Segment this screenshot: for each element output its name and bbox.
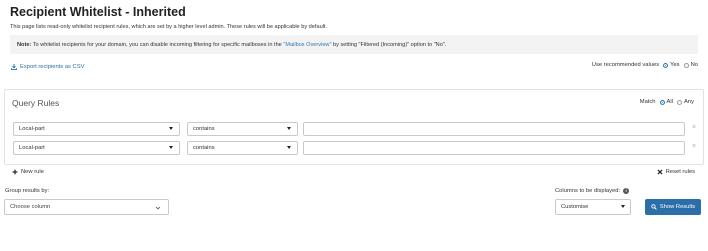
plus-icon xyxy=(12,169,18,175)
note-text: Note: To whitelist recipients for your d… xyxy=(17,42,446,48)
chevron-down-icon xyxy=(155,206,161,210)
rule-value-input[interactable] xyxy=(303,141,685,155)
group-results-value: Choose column xyxy=(10,204,51,210)
download-icon xyxy=(11,64,17,70)
rule-operator-value: contains xyxy=(193,145,215,151)
rule-field-value: Local-part xyxy=(19,126,45,132)
match-any-label: Any xyxy=(684,99,694,105)
recommended-yes-label: Yes xyxy=(670,62,680,68)
show-results-label: Show Results xyxy=(659,204,696,210)
rule-field-value: Local-part xyxy=(19,145,45,151)
note-label: Note: xyxy=(17,42,32,48)
caret-down-icon xyxy=(621,205,625,208)
columns-select[interactable]: Customise xyxy=(555,199,631,215)
caret-down-icon xyxy=(169,146,173,149)
new-rule-button[interactable]: New rule xyxy=(12,169,44,175)
radio-selected-icon xyxy=(659,99,665,105)
rule-field-select[interactable]: Local-part xyxy=(13,122,180,136)
match-label: Match xyxy=(639,99,656,105)
rule-value-input[interactable] xyxy=(303,122,685,136)
match-any-radio[interactable]: Any xyxy=(677,99,694,105)
caret-down-icon xyxy=(169,127,173,130)
rule-row: Local-part contains × xyxy=(13,122,696,136)
rule-operator-select[interactable]: contains xyxy=(187,122,298,136)
match-all-radio[interactable]: All xyxy=(659,99,673,105)
rule-row: Local-part contains × xyxy=(13,141,696,155)
radio-selected-icon xyxy=(663,62,669,68)
caret-down-icon xyxy=(287,127,291,130)
columns-display-label: Columns to be displayed: xyxy=(555,188,621,194)
remove-rule-icon[interactable]: × xyxy=(692,143,696,150)
new-rule-label: New rule xyxy=(21,169,44,175)
recommended-no-label: No xyxy=(690,62,698,68)
export-csv-label: Export recipients as CSV xyxy=(20,64,85,70)
radio-unselected-icon xyxy=(683,62,689,68)
columns-display-label-wrap: Columns to be displayed: i xyxy=(555,188,630,194)
page-title: Recipient Whitelist - Inherited xyxy=(10,5,186,19)
group-results-select[interactable]: Choose column xyxy=(4,199,169,215)
show-results-button[interactable]: Show Results xyxy=(645,199,701,215)
remove-rule-icon[interactable]: × xyxy=(692,124,696,131)
reset-rules-button[interactable]: Reset rules xyxy=(657,169,695,175)
recommended-label: Use recommended values xyxy=(591,62,660,68)
search-icon xyxy=(651,204,657,210)
reset-rules-label: Reset rules xyxy=(665,169,695,175)
caret-down-icon xyxy=(287,146,291,149)
match-selector: Match All Any xyxy=(640,99,694,105)
rule-field-select[interactable]: Local-part xyxy=(13,141,180,155)
note-text-before: To whitelist recipients for your domain,… xyxy=(31,42,284,48)
export-csv-link[interactable]: Export recipients as CSV xyxy=(11,64,84,70)
query-rules-title: Query Rules xyxy=(12,98,60,108)
match-all-label: All xyxy=(666,99,673,105)
close-icon xyxy=(657,169,663,175)
query-rules-panel: Query Rules Match All Any Local-part con… xyxy=(4,89,704,165)
rule-operator-select[interactable]: contains xyxy=(187,141,298,155)
note-text-after: by setting "Filtered (Incoming)" option … xyxy=(331,42,447,48)
mailbox-overview-link[interactable]: "Mailbox Overview" xyxy=(283,42,331,48)
recommended-no-radio[interactable]: No xyxy=(683,62,698,68)
info-icon[interactable]: i xyxy=(623,188,630,194)
page-description: This page lists read-only whitelist reci… xyxy=(10,24,328,30)
recommended-values: Use recommended values Yes No xyxy=(592,62,698,68)
radio-unselected-icon xyxy=(677,99,682,105)
group-results-label: Group results by: xyxy=(5,188,50,194)
recommended-yes-radio[interactable]: Yes xyxy=(663,62,680,68)
columns-select-value: Customise xyxy=(561,204,589,210)
rule-operator-value: contains xyxy=(193,126,215,132)
